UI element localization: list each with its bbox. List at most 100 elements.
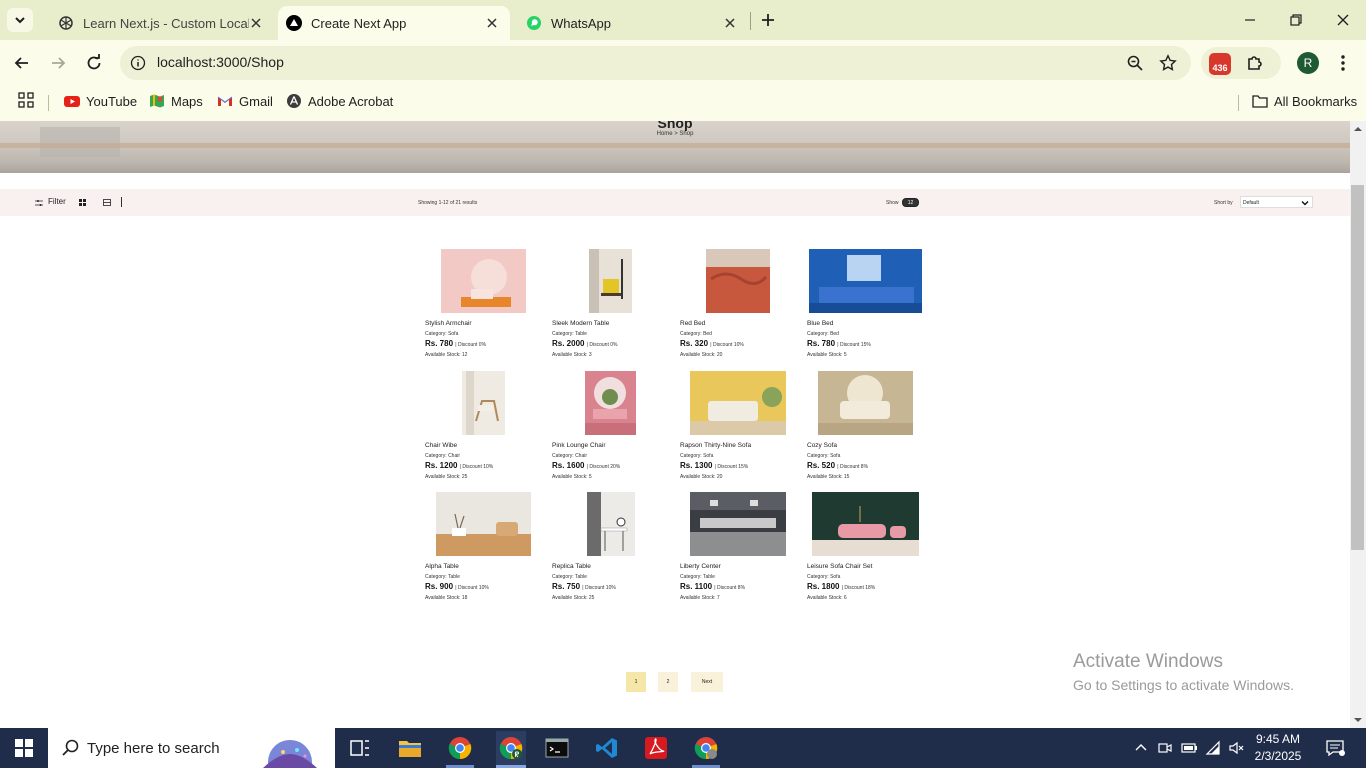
- menu-button[interactable]: [1336, 53, 1350, 73]
- extension-badge[interactable]: 436: [1209, 53, 1231, 75]
- product-name[interactable]: Rapson Thirty-Nine Sofa: [680, 442, 751, 449]
- url-text[interactable]: localhost:3000/Shop: [157, 54, 284, 70]
- product-category: Category: Table: [680, 574, 715, 580]
- hero-background-shape: [0, 143, 1350, 148]
- address-bar[interactable]: localhost:3000/Shop: [120, 46, 1191, 80]
- close-tab-icon[interactable]: [722, 15, 738, 31]
- product-image-rapson-sofa[interactable]: [690, 371, 786, 435]
- product-name[interactable]: Chair Wibe: [425, 442, 457, 449]
- product-name[interactable]: Replica Table: [552, 563, 591, 570]
- breadcrumb[interactable]: Home > Shop: [0, 131, 1350, 137]
- product-image-pink-lounge-chair[interactable]: [585, 371, 636, 435]
- product-name[interactable]: Leisure Sofa Chair Set: [807, 563, 872, 570]
- battery-icon[interactable]: [1181, 740, 1197, 756]
- product-name[interactable]: Liberty Center: [680, 563, 721, 570]
- product-price: Rs. 900 | Discount 10%: [425, 582, 489, 591]
- vscode-button[interactable]: [593, 734, 621, 762]
- product-image-blue-bed[interactable]: [809, 249, 922, 313]
- scrollbar-thumb[interactable]: [1351, 185, 1364, 550]
- bookmark-star-icon[interactable]: [1159, 54, 1177, 72]
- restore-button[interactable]: [1288, 12, 1304, 28]
- product-image-stylish-armchair[interactable]: [441, 249, 526, 313]
- product-image-replica-table[interactable]: [587, 492, 635, 556]
- tab-separator: [750, 12, 751, 30]
- chrome-profile-button[interactable]: [496, 731, 526, 765]
- product-image-leisure-sofa-chair-set[interactable]: [812, 492, 919, 556]
- taskbar-date[interactable]: 2/3/2025: [1254, 749, 1302, 763]
- page-button-2[interactable]: 2: [658, 672, 678, 692]
- product-name[interactable]: Pink Lounge Chair: [552, 442, 605, 449]
- taskbar-time[interactable]: 9:45 AM: [1254, 732, 1302, 746]
- page-button-1[interactable]: 1: [626, 672, 646, 692]
- taskbar-search-box[interactable]: Type here to search: [48, 728, 335, 768]
- product-price: Rs. 780 | Discount 15%: [807, 339, 871, 348]
- site-info-icon[interactable]: [130, 55, 146, 71]
- filter-label[interactable]: Filter: [48, 197, 66, 206]
- product-image-cozy-sofa[interactable]: [818, 371, 913, 435]
- acrobat-button[interactable]: [642, 734, 670, 762]
- minimize-button[interactable]: [1242, 12, 1258, 28]
- product-image-alpha-table[interactable]: [436, 492, 531, 556]
- youtube-icon: [64, 96, 80, 107]
- product-image-red-bed[interactable]: [706, 249, 770, 313]
- tab-create-next-app[interactable]: Create Next App: [278, 6, 510, 40]
- reload-button[interactable]: [84, 53, 104, 73]
- tab-learn-nextjs[interactable]: Learn Next.js - Custom Localho: [44, 6, 274, 40]
- product-name[interactable]: Sleek Modern Table: [552, 320, 609, 327]
- product-price: Rs. 1800 | Discount 18%: [807, 582, 875, 591]
- product-image-sleek-modern-table[interactable]: [589, 249, 632, 313]
- product-image-chair-wibe[interactable]: [462, 371, 505, 435]
- tab-search-button[interactable]: [7, 8, 33, 32]
- chevron-down-icon: [1301, 201, 1309, 206]
- price-value: Rs. 1600: [552, 461, 585, 470]
- bookmark-youtube[interactable]: YouTube: [64, 93, 137, 109]
- sort-select[interactable]: Default: [1240, 196, 1313, 208]
- bookmark-maps[interactable]: Maps: [149, 93, 203, 109]
- tab-whatsapp[interactable]: WhatsApp: [512, 6, 748, 40]
- task-view-button[interactable]: [346, 734, 374, 762]
- product-name[interactable]: Alpha Table: [425, 563, 459, 570]
- chrome-button[interactable]: [446, 734, 474, 762]
- bookmark-gmail[interactable]: Gmail: [217, 93, 273, 109]
- grid-view-icon[interactable]: [79, 199, 86, 206]
- list-view-icon[interactable]: [103, 199, 111, 206]
- forward-button[interactable]: [48, 53, 68, 73]
- close-tab-icon[interactable]: [484, 15, 500, 31]
- page-scrollbar[interactable]: [1350, 121, 1366, 728]
- product-category: Category: Table: [425, 574, 460, 580]
- back-button[interactable]: [12, 53, 32, 73]
- product-name[interactable]: Stylish Armchair: [425, 320, 472, 327]
- meet-now-icon[interactable]: [1157, 740, 1173, 756]
- terminal-button[interactable]: [543, 734, 571, 762]
- file-explorer-button[interactable]: [396, 734, 424, 762]
- chevron-up-icon[interactable]: [1133, 740, 1149, 756]
- show-count-input[interactable]: 12: [902, 198, 919, 207]
- filter-icon[interactable]: [35, 199, 43, 207]
- scroll-down-icon[interactable]: [1353, 716, 1363, 724]
- next-page-button[interactable]: Next: [691, 672, 723, 692]
- apps-button[interactable]: [18, 92, 34, 108]
- notification-icon[interactable]: [1325, 739, 1345, 757]
- product-name[interactable]: Red Bed: [680, 320, 705, 327]
- all-bookmarks-button[interactable]: All Bookmarks: [1252, 93, 1357, 109]
- new-tab-button[interactable]: [759, 11, 777, 29]
- bookmark-adobe-acrobat[interactable]: Adobe Acrobat: [286, 93, 393, 109]
- bookmark-label: YouTube: [86, 93, 138, 109]
- puzzle-icon[interactable]: [1245, 53, 1265, 73]
- scroll-up-icon[interactable]: [1353, 125, 1363, 133]
- start-button[interactable]: [0, 728, 48, 768]
- zoom-icon[interactable]: [1126, 54, 1144, 72]
- product-name[interactable]: Blue Bed: [807, 320, 833, 327]
- chrome-alt-button[interactable]: [692, 734, 720, 762]
- close-window-button[interactable]: [1335, 12, 1351, 28]
- plus-icon: [762, 14, 774, 26]
- product-name[interactable]: Cozy Sofa: [807, 442, 837, 449]
- gmail-icon: [217, 96, 233, 106]
- product-image-liberty-center[interactable]: [690, 492, 786, 556]
- product-category: Category: Sofa: [425, 331, 459, 337]
- wifi-icon[interactable]: [1205, 740, 1221, 756]
- sort-label: Short by: [1214, 200, 1233, 206]
- close-tab-icon[interactable]: [248, 15, 264, 31]
- volume-muted-icon[interactable]: [1228, 740, 1244, 756]
- profile-avatar[interactable]: R: [1297, 52, 1319, 74]
